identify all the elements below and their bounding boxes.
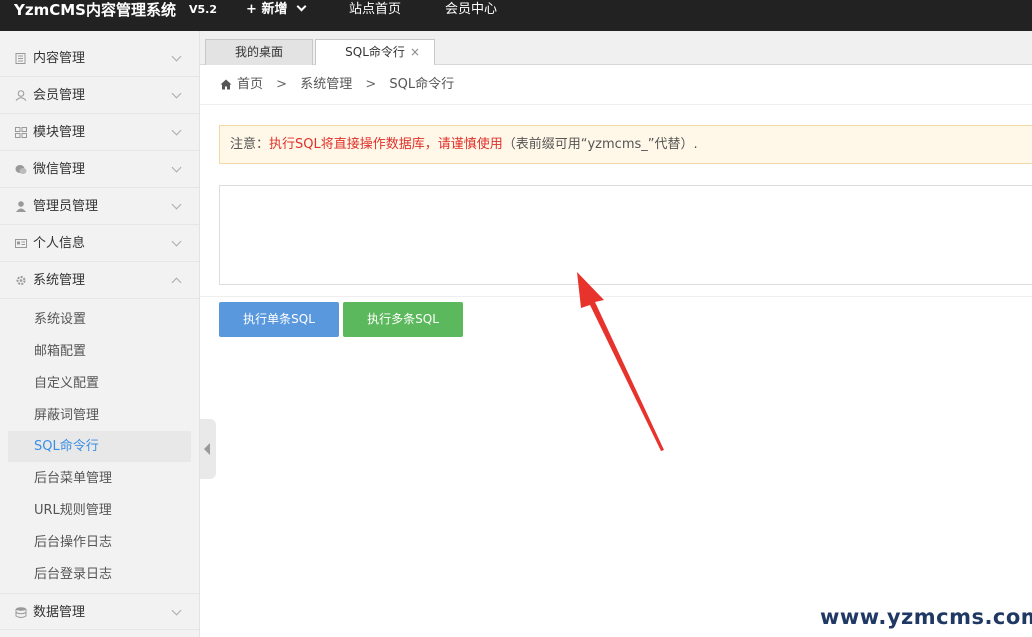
sidebar-subitem-operation-log[interactable]: 后台操作日志 [8,527,191,558]
app-title[interactable]: YzmCMS内容管理系统 [14,0,176,20]
sidebar-item-label: 微信管理 [33,162,86,177]
sidebar-subitem-admin-menu[interactable]: 后台菜单管理 [8,463,191,494]
sidebar-item-data[interactable]: 数据管理 [0,593,199,630]
execute-single-sql-button[interactable]: 执行单条SQL [219,302,339,337]
sidebar: 内容管理 会员管理 模块管理 微信管理 管理员管理 个人信息 系统管理 系统设置… [0,31,200,637]
person-icon [16,201,26,212]
tab-bar: 我的桌面 SQL命令行 × [200,31,1032,65]
chevron-up-icon [171,277,182,288]
breadcrumb-separator: > [276,77,288,92]
database-icon [15,607,27,618]
tab-label: 我的桌面 [234,45,283,59]
chevron-down-icon [171,51,182,62]
user-icon [15,90,27,101]
breadcrumb-system[interactable]: 系统管理 [300,77,352,92]
sidebar-item-label: 内容管理 [33,51,86,66]
notice-prefix: 注意： [230,137,270,152]
sidebar-subitem-mail-config[interactable]: 邮箱配置 [8,336,191,367]
sidebar-item-label: 系统管理 [33,273,86,288]
add-menu[interactable]: + 新增 [246,0,307,20]
tab-my-desktop[interactable]: 我的桌面 [205,39,313,65]
chevron-down-icon [171,125,182,136]
sidebar-item-content[interactable]: 内容管理 [0,40,199,77]
member-center-link[interactable]: 会员中心 [445,0,497,20]
close-icon[interactable]: × [410,40,420,64]
breadcrumb-separator: > [365,77,377,92]
sidebar-subitem-blocked-words[interactable]: 屏蔽词管理 [8,400,191,431]
breadcrumb-current: SQL命令行 [389,77,455,92]
execute-multi-sql-button[interactable]: 执行多条SQL [343,302,463,337]
sidebar-subitem-system-settings[interactable]: 系统设置 [8,304,191,335]
sidebar-item-admins[interactable]: 管理员管理 [0,188,199,225]
warning-notice: 注意：执行SQL将直接操作数据库，请谨慎使用（表前缀可用“yzmcms_”代替）… [219,125,1032,164]
sidebar-item-wechat[interactable]: 微信管理 [0,151,199,188]
notice-suffix: （表前缀可用“yzmcms_”代替）. [502,137,698,152]
gear-icon [16,276,26,285]
document-icon [15,53,26,64]
sidebar-subitem-url-rules[interactable]: URL规则管理 [8,495,191,526]
chevron-down-icon [171,236,182,247]
sidebar-item-modules[interactable]: 模块管理 [0,114,199,151]
sidebar-subitem-login-log[interactable]: 后台登录日志 [8,559,191,590]
annotation-arrow [577,272,664,451]
tab-sql-command[interactable]: SQL命令行 × [315,39,435,65]
sidebar-collapse-handle[interactable] [200,419,216,479]
watermark: www.yzmcms.com [820,605,1032,629]
sidebar-item-label: 管理员管理 [33,199,99,214]
sidebar-item-label: 个人信息 [33,236,86,251]
chevron-down-icon [171,162,182,173]
chevron-down-icon [171,199,182,210]
sidebar-item-label: 数据管理 [33,605,86,620]
sidebar-subitem-sql-command[interactable]: SQL命令行 [8,431,191,462]
sidebar-item-members[interactable]: 会员管理 [0,77,199,114]
site-home-link[interactable]: 站点首页 [349,0,401,20]
id-card-icon [15,239,27,248]
chevron-down-icon [296,1,307,12]
sidebar-item-label: 模块管理 [33,125,86,140]
wechat-icon [15,165,27,174]
add-label: 新增 [261,2,288,17]
home-icon [220,79,232,90]
grid-icon [15,127,27,138]
collapse-left-icon [204,443,210,455]
breadcrumb: 首页 > 系统管理 > SQL命令行 [200,65,1032,105]
version-label: V5.2 [189,3,217,16]
top-bar: YzmCMS内容管理系统 V5.2 + 新增 站点首页 会员中心 [0,0,1032,31]
breadcrumb-home[interactable]: 首页 [237,77,263,92]
sidebar-item-system[interactable]: 系统管理 [0,262,199,299]
tab-label: SQL命令行 [345,45,405,59]
plus-icon: + [246,2,257,17]
chevron-down-icon [171,605,182,616]
sidebar-item-profile[interactable]: 个人信息 [0,225,199,262]
sidebar-item-label: 会员管理 [33,88,86,103]
sidebar-subitem-custom-config[interactable]: 自定义配置 [8,368,191,399]
chevron-down-icon [171,88,182,99]
notice-warning: 执行SQL将直接操作数据库，请谨慎使用 [269,137,503,152]
